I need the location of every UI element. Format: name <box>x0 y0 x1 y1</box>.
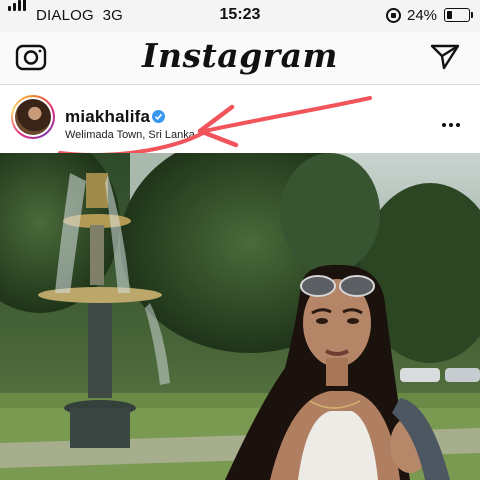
app-header: Instagram <box>0 32 480 85</box>
instagram-logo: Instagram <box>142 36 338 75</box>
avatar[interactable] <box>11 95 55 139</box>
more-options-icon[interactable] <box>442 114 463 132</box>
post-location[interactable]: Welimada Town, Sri Lanka <box>65 129 195 141</box>
post-image[interactable] <box>0 153 480 480</box>
post-header: miakhalifa Welimada Town, Sri Lanka <box>0 85 480 153</box>
paper-plane-icon[interactable] <box>428 39 462 73</box>
post-username[interactable]: miakhalifa <box>65 107 150 127</box>
rotation-lock-icon <box>386 8 401 23</box>
status-bar: DIALOG 3G 15:23 24% <box>0 0 480 32</box>
battery-percent: 24% <box>407 7 438 24</box>
battery-icon <box>444 8 473 22</box>
verified-badge-icon <box>152 110 165 123</box>
